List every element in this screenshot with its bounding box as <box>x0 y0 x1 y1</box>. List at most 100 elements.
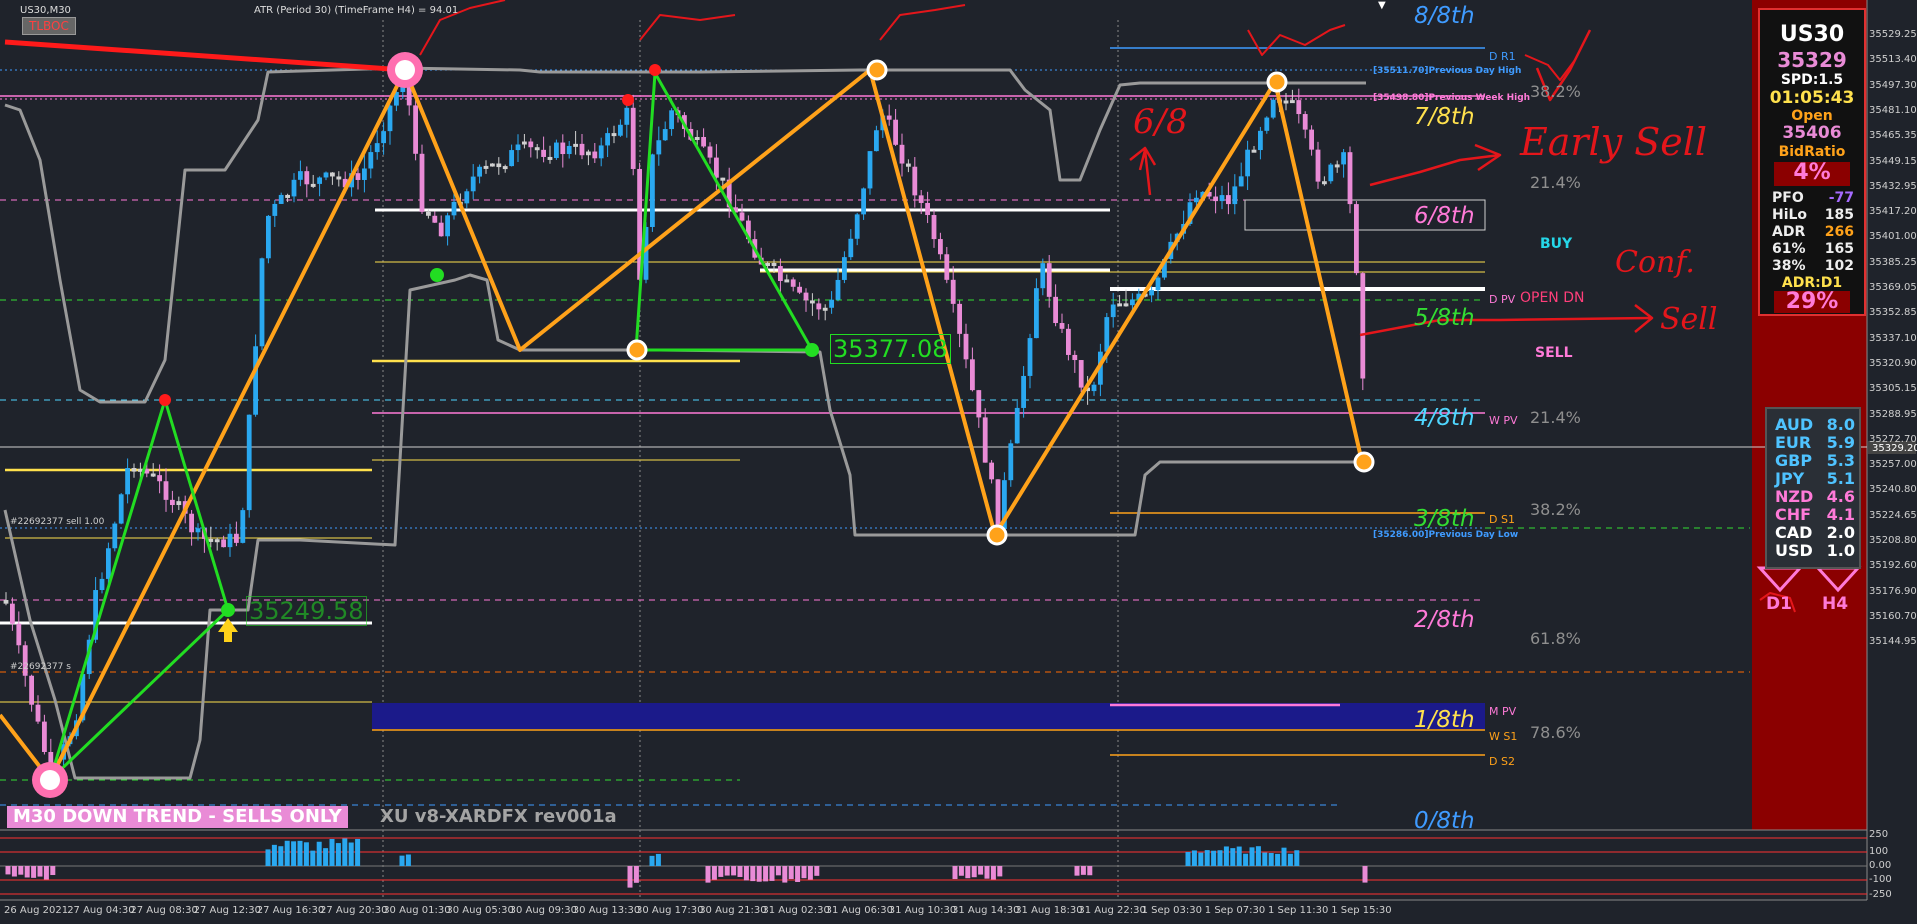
candle-body <box>765 263 770 267</box>
panel-bidratio-value: 4% <box>1793 160 1831 185</box>
candle-body <box>125 468 130 495</box>
candle-body <box>1053 296 1058 324</box>
chart-shift-marker-icon[interactable]: ▼ <box>1378 0 1386 11</box>
candle-body <box>10 603 15 624</box>
oscillator-tick-label: 100 <box>1869 846 1889 857</box>
candle-body <box>918 195 924 203</box>
indicator-version-label: XU v8-XARDFX rev001a <box>380 806 617 827</box>
candle-body <box>1078 360 1084 388</box>
oscillator-bar <box>965 866 971 879</box>
price-tick-label: 35432.95 <box>1869 180 1917 192</box>
panel-row: PFO -77 <box>1772 190 1854 206</box>
price-tick-label: 35272.70 <box>1869 433 1917 445</box>
candle-body <box>848 238 854 258</box>
currency-strength-panel: AUD 8.0 EUR 5.9 GBP 5.3 JPY 5.1 NZD 4.6 CHF 4.… <box>1765 407 1861 569</box>
time-tick-label: 31 Aug 14:30 <box>952 905 1020 916</box>
candle-body <box>925 202 930 216</box>
candle-body <box>931 215 937 240</box>
order-line-label[interactable]: #22692377 sell 1.00 <box>10 517 104 527</box>
candle-body <box>515 144 521 151</box>
panel-adr-value: 29% <box>1785 289 1839 314</box>
candle-body <box>176 501 182 506</box>
price-tick-label: 35144.95 <box>1869 636 1917 648</box>
murrey-5-8-label: 5/8th <box>1414 305 1475 331</box>
candle-body <box>1117 303 1122 307</box>
oscillator-bar <box>278 846 284 866</box>
murrey-1-8-label: 1/8th <box>1414 707 1475 733</box>
candle-body <box>195 528 201 533</box>
candle-body <box>803 292 809 301</box>
price-tick-label: 35305.15 <box>1869 383 1917 395</box>
monthly-pivot-label: M PV <box>1489 705 1517 718</box>
candle-body <box>1155 277 1161 291</box>
annotation-arrow <box>1138 148 1152 196</box>
price-tick-label: 35529.25 <box>1869 29 1917 40</box>
panel-open-value: 35406 <box>1782 123 1842 143</box>
candle-body <box>323 172 329 178</box>
fractal-up-marker <box>159 394 171 406</box>
candle-body <box>1123 303 1129 307</box>
tlboc-button[interactable]: TLBOC <box>22 17 76 35</box>
daily-pivot-label: D PV <box>1489 293 1516 306</box>
candle-body <box>1194 197 1199 203</box>
timeframe-h4-label[interactable]: H4 <box>1822 594 1848 614</box>
price-tick-label: 35320.90 <box>1869 357 1917 369</box>
order-line-label[interactable]: #22692377 s <box>10 662 71 672</box>
candle-body <box>938 239 943 255</box>
candle-body <box>854 214 860 239</box>
oscillator-bar <box>316 841 322 866</box>
panel-row: HiLo 185 <box>1772 207 1854 223</box>
candle-body <box>451 201 457 216</box>
oscillator-bar <box>31 866 37 878</box>
fractal-down-marker <box>430 268 444 282</box>
murrey-0-8-label: 0/8th <box>1414 808 1475 834</box>
oscillator-bar <box>990 866 996 880</box>
candle-body <box>1341 152 1346 165</box>
candle-body <box>310 183 316 187</box>
oscillator-bar <box>1198 852 1204 866</box>
price-tick-label: 35192.60 <box>1869 560 1917 572</box>
candle-body <box>534 147 540 151</box>
candle-body <box>35 704 41 722</box>
candle-body <box>291 179 297 197</box>
candle-body <box>618 124 623 136</box>
swing-low-marker <box>40 770 60 790</box>
candle-body <box>784 279 790 283</box>
candle-body <box>957 303 962 334</box>
candle-body <box>1027 338 1033 376</box>
candle-body <box>1059 323 1065 329</box>
candle-body <box>362 168 367 180</box>
candle-body <box>976 390 982 418</box>
time-tick-label: 1 Sep 03:30 <box>1141 905 1202 916</box>
candle-body <box>118 494 124 524</box>
time-tick-label: 30 Aug 01:30 <box>383 905 451 916</box>
time-tick-label: 30 Aug 21:30 <box>699 905 767 916</box>
candle-body <box>944 254 950 280</box>
price-tick-label: 35160.70 <box>1869 610 1917 622</box>
oscillator-bar <box>342 838 348 866</box>
candle-body <box>1270 99 1276 118</box>
candle-body <box>586 151 591 156</box>
candle-body <box>1130 299 1135 306</box>
time-tick-label: 27 Aug 08:30 <box>130 905 198 916</box>
annotation-stroke <box>639 14 736 41</box>
candle-body <box>522 141 527 145</box>
open-direction-label: OPEN DN <box>1520 290 1585 306</box>
fib-level-label: 61.8% <box>1530 629 1581 648</box>
candle-body <box>464 191 470 204</box>
candle-body <box>1238 176 1244 187</box>
fib-level-label: 21.4% <box>1530 173 1581 192</box>
candle-body <box>1046 263 1052 297</box>
oscillator-bar <box>801 866 807 879</box>
oscillator-bar <box>5 866 11 875</box>
candle-body <box>16 623 22 646</box>
candle-body <box>1290 100 1295 104</box>
candle-body <box>42 721 47 752</box>
candle-body <box>1302 114 1308 130</box>
timeframe-d1-label[interactable]: D1 <box>1766 594 1792 614</box>
prev-day-low-label: [35286.00]Previous Day Low <box>1373 530 1519 540</box>
candle-body <box>1245 149 1250 177</box>
zigzag-point-marker <box>986 524 1008 546</box>
oscillator-bar <box>627 866 633 888</box>
time-tick-label: 1 Sep 07:30 <box>1204 905 1266 916</box>
